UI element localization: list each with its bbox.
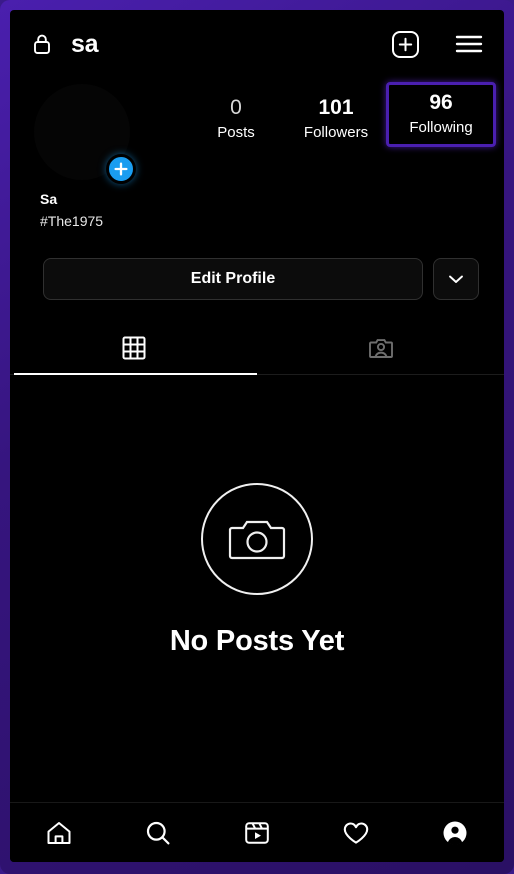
following-label: Following [409,119,473,136]
posts-count: 0 [230,96,242,119]
add-story-button[interactable] [106,154,136,184]
followers-label: Followers [303,124,369,141]
posts-label: Posts [217,124,255,141]
nav-search[interactable] [109,819,208,847]
bio-section: Sa #The1975 [10,188,504,232]
reels-icon [245,821,269,844]
nav-activity[interactable] [306,819,405,847]
profile-summary: 0 Posts 101 Followers 96 Following [10,78,504,194]
camera-circle-icon [201,483,313,595]
bio-text: #The1975 [40,213,104,229]
heart-icon [343,821,369,844]
profile-actions: Edit Profile [10,232,504,300]
tagged-person-icon [368,339,393,358]
menu-button[interactable] [420,33,484,55]
nav-profile[interactable] [405,819,504,847]
profile-header: sa [10,10,504,78]
empty-state: No Posts Yet [10,375,504,658]
stat-following[interactable]: 96 Following [386,82,496,147]
avatar[interactable] [34,84,136,184]
active-tab-underline [14,373,257,375]
bottom-navigation [10,802,504,862]
home-icon [47,821,71,844]
new-post-button[interactable] [391,30,420,59]
tab-tagged[interactable] [257,322,504,374]
hamburger-menu-icon [454,33,484,55]
plus-square-icon [391,30,420,59]
stat-posts[interactable]: 0 Posts [186,86,286,143]
phone-screen: sa 0 Posts 101 Followers 96 Following Sa… [10,10,504,862]
stats-row: 0 Posts 101 Followers 96 Following [186,82,496,147]
following-count: 96 [429,91,453,114]
username-label: sa [71,29,99,58]
followers-count: 101 [318,96,354,119]
tab-grid[interactable] [10,322,257,374]
plus-icon [114,162,128,176]
stat-followers[interactable]: 101 Followers [286,86,386,143]
profile-dropdown-button[interactable] [433,258,479,300]
profile-tabs [10,322,504,375]
edit-profile-button[interactable]: Edit Profile [43,258,423,300]
grid-icon [122,336,145,360]
nav-reels[interactable] [208,819,307,847]
search-icon [147,821,170,844]
chevron-down-icon [449,275,463,283]
nav-home[interactable] [10,819,109,847]
annotation-frame: sa 0 Posts 101 Followers 96 Following Sa… [0,0,514,874]
profile-avatar-icon [443,821,467,845]
lock-icon [32,33,52,55]
empty-state-title: No Posts Yet [169,625,345,657]
